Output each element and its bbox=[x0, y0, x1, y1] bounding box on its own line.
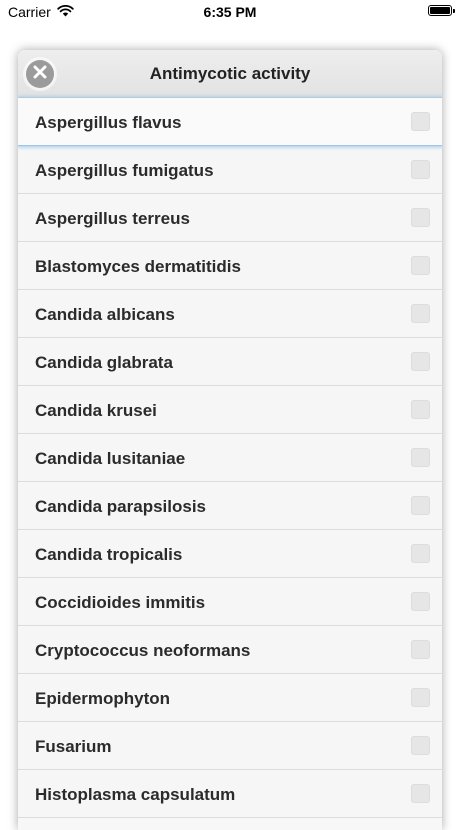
list-item[interactable]: Aspergillus flavus bbox=[18, 98, 442, 146]
item-label: Blastomyces dermatitidis bbox=[35, 257, 241, 276]
item-label: Cryptococcus neoformans bbox=[35, 641, 251, 660]
list-item[interactable]: Candida lusitaniae bbox=[18, 434, 442, 482]
list-item[interactable]: Cryptococcus neoformans bbox=[18, 626, 442, 674]
item-label: Candida glabrata bbox=[35, 353, 173, 372]
list-item[interactable]: Candida albicans bbox=[18, 290, 442, 338]
item-checkbox[interactable] bbox=[411, 640, 430, 659]
antimycotic-dialog: Antimycotic activity Aspergillus flavus A… bbox=[18, 50, 442, 830]
item-label: Aspergillus fumigatus bbox=[35, 161, 214, 180]
item-checkbox[interactable] bbox=[411, 400, 430, 419]
item-checkbox[interactable] bbox=[411, 304, 430, 323]
status-time: 6:35 PM bbox=[203, 4, 257, 20]
item-label: Candida parapsilosis bbox=[35, 497, 206, 516]
item-label: Coccidioides immitis bbox=[35, 593, 206, 612]
item-label: Aspergillus terreus bbox=[35, 209, 190, 228]
dialog-title: Antimycotic activity bbox=[149, 64, 311, 83]
list-item[interactable]: Histoplasma capsulatum bbox=[18, 770, 442, 818]
list-item[interactable]: Blastomyces dermatitidis bbox=[18, 242, 442, 290]
item-label: Epidermophyton bbox=[35, 689, 171, 708]
list-item[interactable]: Coccidioides immitis bbox=[18, 578, 442, 626]
organism-list: Aspergillus flavus Aspergillus fumigatus A… bbox=[18, 98, 442, 818]
item-label: Candida tropicalis bbox=[35, 545, 183, 564]
item-checkbox[interactable] bbox=[411, 448, 430, 467]
item-checkbox[interactable] bbox=[411, 160, 430, 179]
item-label: Candida lusitaniae bbox=[35, 449, 186, 468]
list-item[interactable]: Fusarium bbox=[18, 722, 442, 770]
list-item[interactable]: Aspergillus fumigatus bbox=[18, 146, 442, 194]
item-checkbox[interactable] bbox=[411, 784, 430, 803]
item-checkbox[interactable] bbox=[411, 688, 430, 707]
item-label: Candida krusei bbox=[35, 401, 157, 420]
list-item[interactable]: Candida tropicalis bbox=[18, 530, 442, 578]
item-label: Fusarium bbox=[35, 737, 112, 756]
list-item[interactable]: Candida parapsilosis bbox=[18, 482, 442, 530]
item-checkbox[interactable] bbox=[411, 256, 430, 275]
item-label: Candida albicans bbox=[35, 305, 175, 324]
item-checkbox[interactable] bbox=[411, 208, 430, 227]
status-bar: Carrier 6:35 PM bbox=[0, 0, 460, 26]
item-checkbox[interactable] bbox=[411, 496, 430, 515]
list-item[interactable]: Candida krusei bbox=[18, 386, 442, 434]
item-label: Aspergillus flavus bbox=[35, 113, 182, 132]
list-item[interactable]: Candida glabrata bbox=[18, 338, 442, 386]
list-item[interactable]: Epidermophyton bbox=[18, 674, 442, 722]
item-checkbox[interactable] bbox=[411, 736, 430, 755]
item-label: Histoplasma capsulatum bbox=[35, 785, 236, 804]
item-checkbox[interactable] bbox=[411, 592, 430, 611]
item-checkbox[interactable] bbox=[411, 112, 430, 131]
list-item[interactable]: Aspergillus terreus bbox=[18, 194, 442, 242]
dialog-header: Antimycotic activity bbox=[18, 50, 442, 98]
battery-icon bbox=[428, 5, 455, 16]
item-checkbox[interactable] bbox=[411, 544, 430, 563]
item-checkbox[interactable] bbox=[411, 352, 430, 371]
